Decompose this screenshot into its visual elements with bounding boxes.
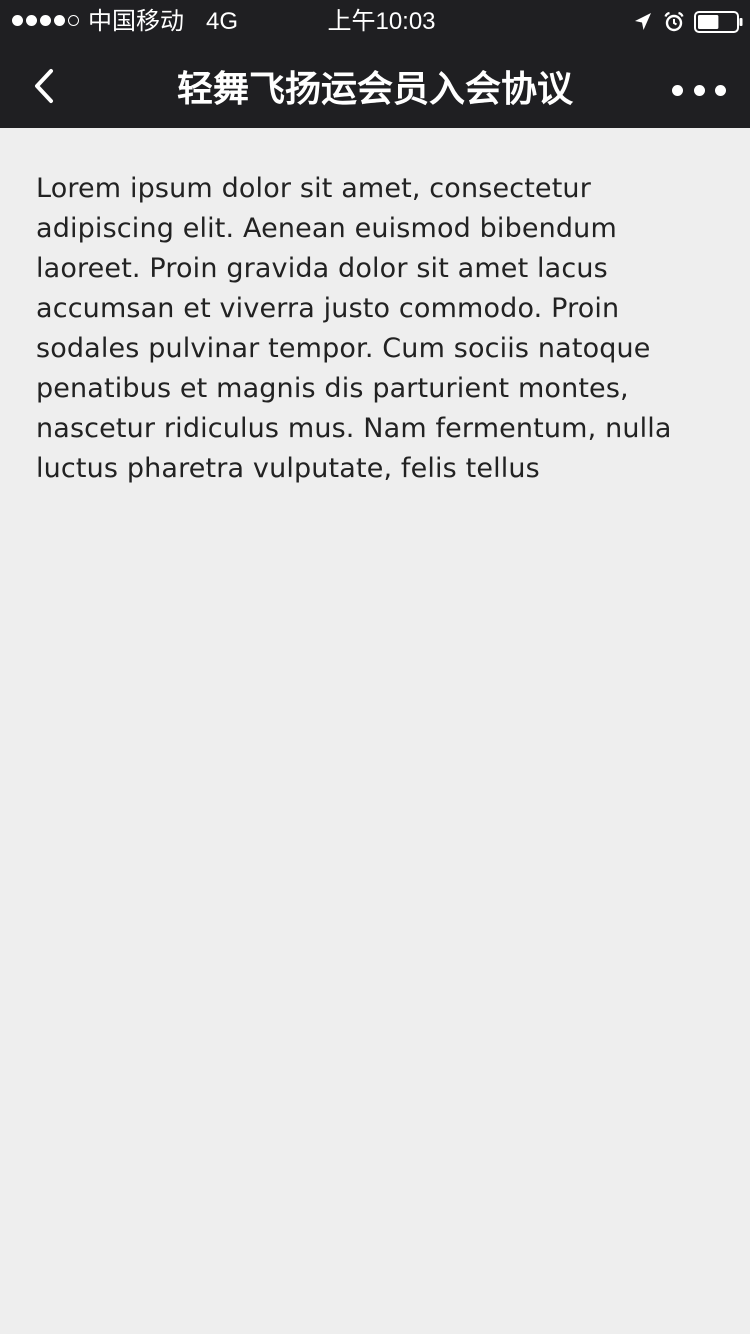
chevron-left-icon	[35, 69, 53, 103]
page-title: 轻舞飞扬运会员入会协议	[176, 68, 573, 109]
top-bar: 中国移动 4G 上午10:03 轻舞飞扬运会员入会协议	[0, 0, 750, 128]
agreement-text: Lorem ipsum dolor sit amet, consectetur …	[36, 173, 672, 484]
more-options-button[interactable]	[672, 78, 726, 102]
alarm-clock-icon	[664, 11, 684, 32]
battery-icon	[694, 11, 743, 33]
back-button[interactable]	[22, 64, 66, 108]
location-arrow-icon	[635, 13, 651, 30]
more-dot	[715, 84, 726, 96]
status-bar: 中国移动 4G 上午10:03	[0, 0, 750, 44]
more-dot	[693, 84, 705, 96]
battery-level-fill	[698, 15, 719, 29]
more-dot	[672, 84, 683, 96]
navigation-bar: 轻舞飞扬运会员入会协议	[0, 44, 750, 128]
